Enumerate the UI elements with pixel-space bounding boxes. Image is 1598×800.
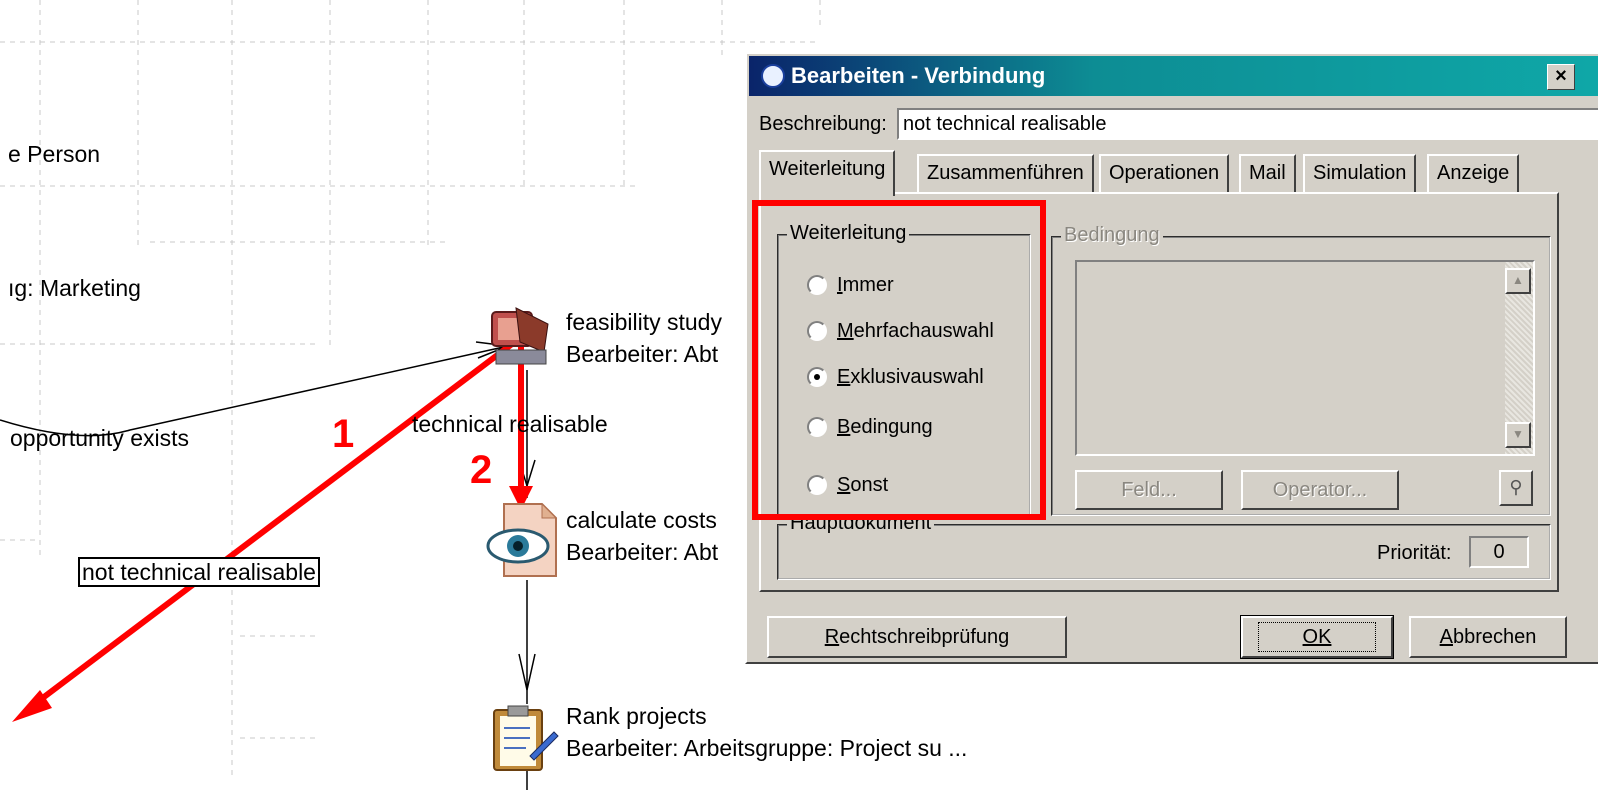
condition-group-legend: Bedingung [1061, 224, 1163, 247]
ok-button[interactable]: OK [1240, 615, 1394, 659]
node-title-rank-projects[interactable]: Rank projects [566, 702, 707, 730]
dialog-titlebar[interactable]: Bearbeiten - Verbindung × [749, 56, 1598, 96]
tab-weiterleitung[interactable]: Weiterleitung [759, 150, 896, 196]
scrollbar[interactable]: ▲ ▼ [1505, 262, 1533, 454]
node-subtitle-calculate-costs: Bearbeiter: Abt [566, 539, 719, 565]
edge-label-technical-realisable[interactable]: technical realisable [412, 410, 608, 438]
description-label: Beschreibung: [759, 113, 887, 135]
operator-button[interactable]: Operator... [1241, 470, 1399, 510]
scroll-up-icon[interactable]: ▲ [1505, 268, 1531, 294]
annotation-number-1: 1 [332, 412, 355, 456]
lane-label-person: e Person [8, 141, 101, 167]
annotation-arrows [12, 335, 533, 722]
tab-operationen[interactable]: Operationen [1099, 154, 1230, 192]
node-subtitle-rank-projects: Bearbeiter: Arbeitsgruppe: Project su ..… [566, 735, 968, 761]
annotation-number-2: 2 [470, 448, 493, 492]
tab-zusammenfuehren[interactable]: Zusammenführen [917, 154, 1094, 192]
close-button[interactable]: × [1547, 64, 1575, 90]
lane-label-marketing: ıg: Marketing [8, 275, 141, 301]
computer-icon[interactable] [486, 302, 556, 370]
tab-anzeige[interactable]: Anzeige [1427, 154, 1520, 192]
priority-field[interactable]: 0 [1469, 536, 1529, 568]
node-subtitle-feasibility-study: Bearbeiter: Abt [566, 341, 719, 367]
description-input[interactable]: not technical realisable [897, 108, 1598, 140]
tab-simulation[interactable]: Simulation [1303, 154, 1417, 192]
cancel-button[interactable]: Abbrechen [1409, 616, 1567, 658]
main-document-group: Hauptdokument Priorität: 0 [777, 512, 1551, 580]
tab-mail[interactable]: Mail [1239, 154, 1296, 192]
highlight-box [752, 200, 1046, 520]
grid-lines [0, 0, 821, 780]
condition-group: Bedingung ▲ ▼ Feld... Operator... ⚲ [1051, 224, 1551, 516]
dialog-title: Bearbeiten - Verbindung [791, 63, 1046, 88]
edge-label-opportunity: opportunity exists [10, 425, 189, 451]
condition-textarea[interactable]: ▲ ▼ [1075, 260, 1535, 456]
field-button[interactable]: Feld... [1075, 470, 1223, 510]
magnifier-icon[interactable]: ⚲ [1499, 470, 1533, 506]
edge-label-not-technical-realisable[interactable]: not technical realisable [78, 557, 320, 587]
node-title-feasibility-study[interactable]: feasibility study [566, 308, 722, 336]
node-title-calculate-costs[interactable]: calculate costs [566, 506, 717, 534]
spellcheck-button[interactable]: Rechtschreibprüfung [767, 616, 1067, 658]
clipboard-icon[interactable] [490, 704, 560, 774]
priority-label: Priorität: [1377, 542, 1452, 564]
scroll-down-icon[interactable]: ▼ [1505, 422, 1531, 448]
app-icon [761, 64, 785, 88]
document-eye-icon[interactable] [486, 500, 562, 580]
